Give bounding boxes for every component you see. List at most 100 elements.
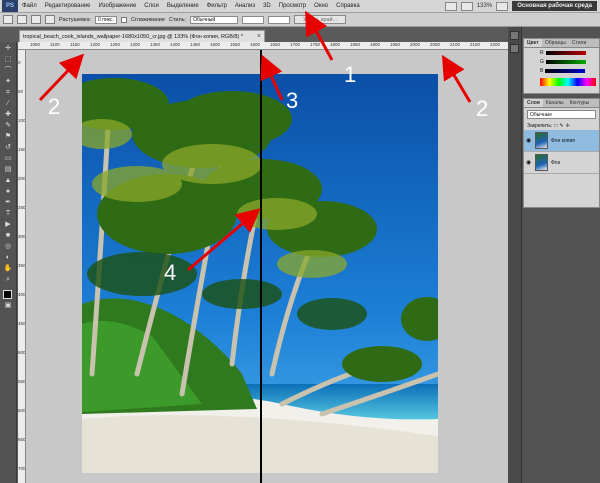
hand-tool-icon[interactable]: ✋ xyxy=(2,264,14,273)
dodge-tool-icon[interactable]: ● xyxy=(2,187,14,196)
document-tab[interactable]: tropical_beach_cook_islands_wallpaper-16… xyxy=(19,30,265,42)
channel-label-r: R xyxy=(540,49,544,56)
tab-paths[interactable]: Контуры xyxy=(567,99,593,107)
marquee-preset-icon[interactable] xyxy=(3,15,13,24)
ruler-tick-label: 1200 xyxy=(90,42,101,47)
tab-channels[interactable]: Каналы xyxy=(543,99,567,107)
zoom-tool-icon[interactable]: ⌕ xyxy=(2,275,14,284)
layer-row[interactable]: ◉ Фон копия xyxy=(524,130,599,152)
ruler-tick-label: 1100 xyxy=(50,42,60,47)
vertical-ruler[interactable]: 0 50 100 150 200 250 300 350 400 450 500 550 600 650 7… xyxy=(18,50,26,483)
vertical-guide-line[interactable] xyxy=(260,50,262,483)
color-spectrum[interactable] xyxy=(540,78,596,86)
blue-slider[interactable] xyxy=(545,68,586,73)
move-tool-icon[interactable]: ✛ xyxy=(2,44,14,53)
ruler-tick-label: 1350 xyxy=(150,42,161,47)
tab-layers[interactable]: Слои xyxy=(524,99,543,107)
crop-tool-icon[interactable]: ⌗ xyxy=(2,88,14,97)
eye-icon[interactable]: ◉ xyxy=(526,137,532,144)
lock-move-icon[interactable]: ✛ xyxy=(566,123,570,129)
menu-edit[interactable]: Редактирование xyxy=(41,3,95,9)
menu-3d[interactable]: 3D xyxy=(259,3,275,9)
layer-thumbnail xyxy=(535,132,548,149)
3d-orbit-icon[interactable]: ◐ xyxy=(2,253,14,262)
menu-help[interactable]: Справка xyxy=(332,3,364,9)
eyedropper-icon[interactable]: ∕ xyxy=(2,99,14,108)
menu-analysis[interactable]: Анализ xyxy=(231,3,259,9)
history-panel-icon[interactable] xyxy=(510,31,519,40)
channel-label-g: G xyxy=(540,58,544,65)
height-field[interactable] xyxy=(268,15,291,24)
menu-layers[interactable]: Слои xyxy=(140,3,163,9)
type-tool-icon[interactable]: T xyxy=(2,209,14,218)
tab-swatches[interactable]: Образцы xyxy=(542,39,569,47)
photoshop-window: PS Файл Редактирование Изображение Слои … xyxy=(0,0,600,483)
green-slider[interactable] xyxy=(545,59,586,64)
document-title: tropical_beach_cook_islands_wallpaper-16… xyxy=(23,33,243,40)
ruler-tick-label: 200 xyxy=(18,176,26,181)
lock-brush-icon[interactable]: ✎ xyxy=(559,123,563,129)
color-row-blue: B xyxy=(524,66,599,75)
lock-icon[interactable]: □ xyxy=(554,123,557,129)
tab-color[interactable]: Цвет xyxy=(524,39,542,47)
layer-row[interactable]: ◉ Фон xyxy=(524,152,599,174)
ruler-tick-label: 100 xyxy=(18,118,26,123)
menu-image[interactable]: Изображение xyxy=(94,3,140,9)
quick-mask-icon[interactable]: ▣ xyxy=(2,301,14,310)
ruler-tick-label: 2000 xyxy=(410,42,421,47)
tab-styles[interactable]: Стили xyxy=(569,39,589,47)
shape-tool-icon[interactable]: ■ xyxy=(2,231,14,240)
style-select[interactable]: Обычный xyxy=(190,15,239,24)
subtract-selection-icon[interactable] xyxy=(45,15,55,24)
properties-panel-icon[interactable] xyxy=(510,44,519,53)
add-selection-icon[interactable] xyxy=(31,15,41,24)
photoshop-logo-icon: PS xyxy=(2,0,18,12)
marquee-tool-icon[interactable]: ⬚ xyxy=(2,55,14,64)
red-slider[interactable] xyxy=(545,50,586,55)
width-field[interactable] xyxy=(242,15,265,24)
antialias-label: Сглаживание xyxy=(130,16,165,23)
new-selection-icon[interactable] xyxy=(17,15,27,24)
blend-mode-select[interactable]: Обычные xyxy=(527,110,596,119)
refine-edge-button[interactable]: Уточн. край... xyxy=(294,15,347,24)
gradient-tool-icon[interactable]: ▤ xyxy=(2,165,14,174)
arrange-docs-icon[interactable] xyxy=(460,1,473,11)
path-select-icon[interactable]: ▶ xyxy=(2,220,14,229)
hand-tool-icon[interactable] xyxy=(496,1,509,11)
menu-window[interactable]: Окно xyxy=(310,3,332,9)
pen-tool-icon[interactable]: ✒ xyxy=(2,198,14,207)
layer-name: Фон xyxy=(551,159,561,166)
menu-select[interactable]: Выделение xyxy=(163,3,203,9)
menu-file[interactable]: Файл xyxy=(18,3,41,9)
ruler-tick-label: 400 xyxy=(18,292,26,297)
antialias-checkbox[interactable] xyxy=(120,16,127,23)
lasso-tool-icon[interactable]: ⌒ xyxy=(2,66,14,75)
ruler-tick-label: 1550 xyxy=(230,42,241,47)
horizontal-ruler[interactable]: 1050 1100 1150 1200 1250 1300 1350 1400 1450 1500… xyxy=(18,42,508,50)
3d-rotate-icon[interactable]: ◎ xyxy=(2,242,14,251)
close-icon[interactable]: × xyxy=(257,33,261,40)
ruler-tick-label: 150 xyxy=(18,147,26,152)
foreground-color-swatch[interactable] xyxy=(3,290,12,299)
layer-name: Фон копия xyxy=(551,137,575,144)
layers-panel: Слои Каналы Контуры Обычные Закрепить: □… xyxy=(523,98,600,208)
brush-tool-icon[interactable]: ✎ xyxy=(2,121,14,130)
clone-stamp-icon[interactable]: ⚑ xyxy=(2,132,14,141)
document-area[interactable]: 1050 1100 1150 1200 1250 1300 1350 1400 1450 1500… xyxy=(18,42,508,483)
blur-tool-icon[interactable]: ▲ xyxy=(2,176,14,185)
ruler-tick-label: 1050 xyxy=(30,42,41,47)
ruler-tick-label: 1300 xyxy=(130,42,141,47)
zoom-level[interactable]: 133% xyxy=(477,3,492,9)
eye-icon[interactable]: ◉ xyxy=(526,159,532,166)
eraser-tool-icon[interactable]: ▭ xyxy=(2,154,14,163)
feather-input[interactable]: 0 пикс. xyxy=(95,15,117,24)
menu-filter[interactable]: Фильтр xyxy=(203,3,231,9)
history-brush-icon[interactable]: ↺ xyxy=(2,143,14,152)
menu-view[interactable]: Просмотр xyxy=(275,3,310,9)
ruler-tick-label: 500 xyxy=(18,350,26,355)
healing-brush-icon[interactable]: ✚ xyxy=(2,110,14,119)
ruler-tick-label: 2200 xyxy=(490,42,501,47)
screen-mode-icon[interactable] xyxy=(444,1,457,11)
magic-wand-icon[interactable]: ✦ xyxy=(2,77,14,86)
workspace-button[interactable]: Основная рабочая среда xyxy=(512,1,597,11)
